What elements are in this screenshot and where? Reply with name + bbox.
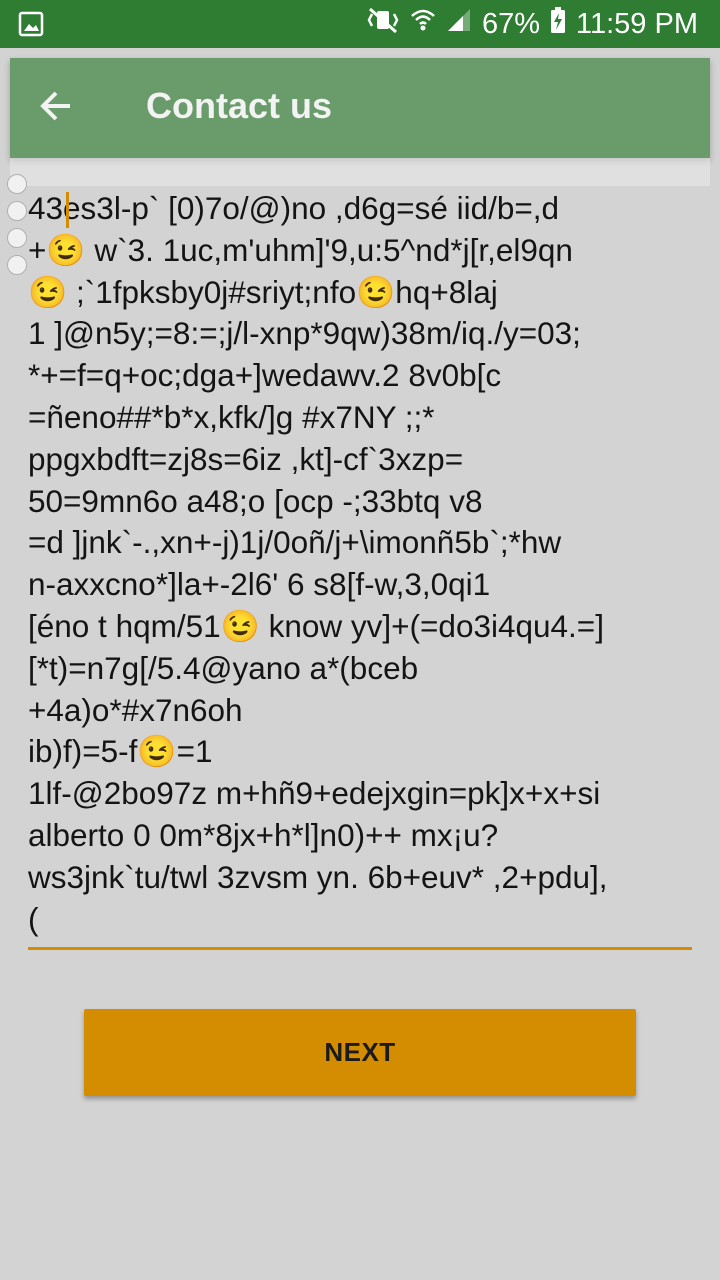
status-bar: 67% 11:59 PM [0,0,720,48]
message-text-line: +😉 w`3. 1uc,m'uhm]'9,u:5^nd*j[r,el9qn [28,231,573,268]
next-button[interactable]: NEXT [84,1009,636,1096]
message-text-line: =ñeno##*b*x,kfk/]g #x7NY ;;* [28,398,435,435]
message-text-line: ( [28,900,39,937]
message-text-line: *+=f=q+oc;dga+]wedawv.2 8v0b[c [28,357,502,394]
text-cursor [66,192,69,228]
message-text-line: 1 ]@n5y;=8:=;j/l-xnp*9qw)38m/iq./y=03; [28,315,581,352]
message-text-line: 50=9mn6o a48;o [ocp -;33btq v8 [28,482,483,519]
message-text-line: 1lf-@2bo97z m+hñ9+edejxgin=pk]x+x+si [28,775,601,812]
message-text-line: alberto 0 0m*8jx+h*l]n0)++ mx¡u? [28,816,499,853]
message-input[interactable]: 43es3l-p` [0)7o/@)no ,d6g=sé iid/b=,d +😉 … [28,188,692,950]
back-button[interactable] [34,84,82,132]
message-text-line: n-axxcno*]la+-2l6' 6 s8[f-w,3,0qi1 [28,566,491,603]
message-text-line: =d ]jnk`-.,xn+-j)1j/0oñ/j+\imonñ5b`;*hw [28,524,562,561]
arrow-back-icon [34,91,82,136]
selection-handle[interactable] [7,201,27,221]
image-icon [18,11,44,37]
message-text-line: ib)f)=5-f😉=1 [28,733,213,770]
app-bar-overlay [10,158,710,186]
mute-vibrate-icon [366,6,400,42]
message-text-line: ppgxbdft=zj8s=6iz ,kt]-cf`3xzp= [28,440,464,477]
selection-handle[interactable] [7,255,27,275]
selection-handle[interactable] [7,174,27,194]
status-icons: 67% 11:59 PM [366,0,698,48]
message-text-line: +4a)o*#x7n6oh [28,691,243,728]
battery-charging-icon [550,6,566,42]
selection-handle[interactable] [7,228,27,248]
app-bar: Contact us [10,58,710,158]
message-text-line: ws3jnk`tu/twl 3zvsm yn. 6b+euv* ,2+pdu], [28,858,608,895]
selection-handles [7,174,27,282]
battery-percent: 67% [481,7,541,40]
next-button-label: NEXT [324,1037,396,1067]
status-time: 11:59 PM [576,7,698,40]
message-text-line: 😉 ;`1fpksby0j#sriyt;nfo😉hq+8laj [28,273,498,310]
page-title: Contact us [146,85,333,126]
message-text-line: [éno t hqm/51😉 know yv]+(=do3i4qu4.=] [28,607,604,644]
message-text-line: 43es3l-p` [0)7o/@)no ,d6g=sé iid/b=,d [28,190,560,226]
message-text-line: [*t)=n7g[/5.4@yano a*(bceb [28,649,419,686]
signal-icon [446,7,472,41]
wifi-icon [410,7,436,41]
